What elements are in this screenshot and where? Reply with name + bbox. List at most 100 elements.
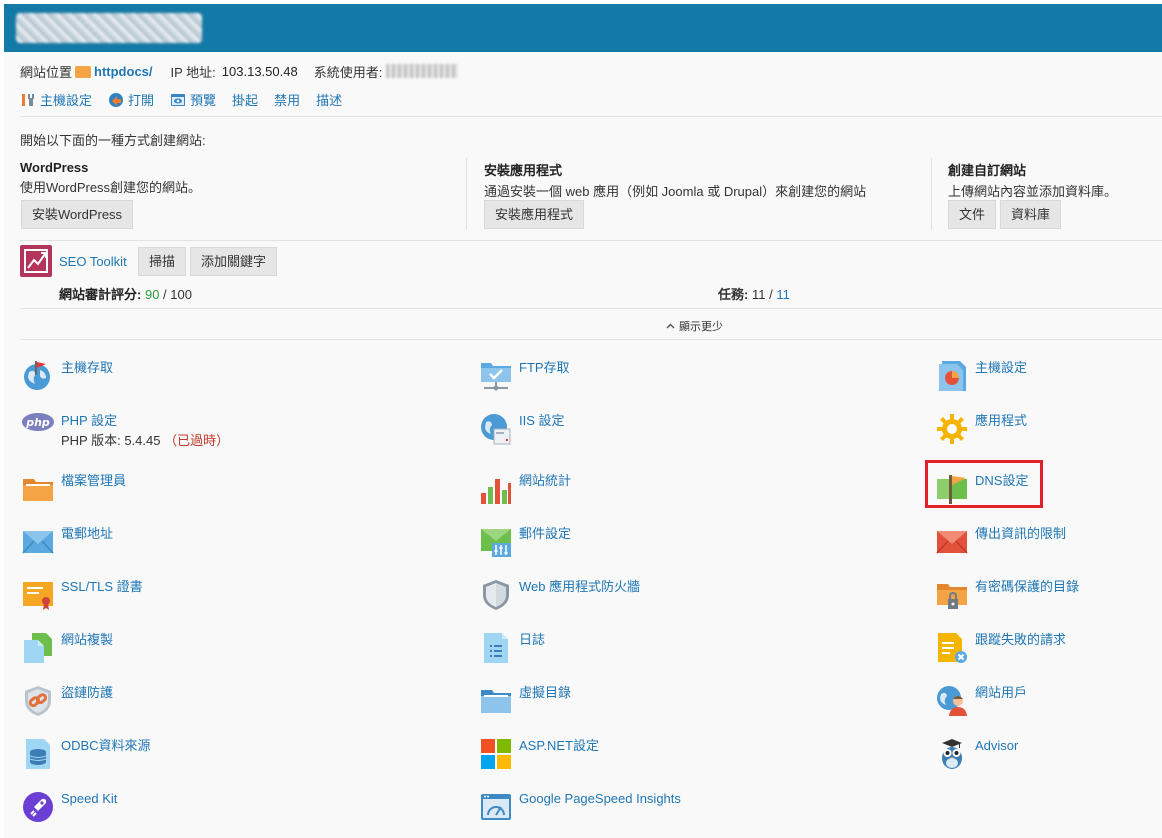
top-bar xyxy=(4,4,1162,52)
ftp-access-link[interactable]: FTP存取 xyxy=(519,360,570,376)
odbc-item[interactable]: ODBC資料來源 xyxy=(22,738,151,770)
password-directories-item[interactable]: 有密碼保護的目錄 xyxy=(936,579,1079,611)
ip-value: 103.13.50.48 xyxy=(221,63,298,79)
web-users-item[interactable]: 網站用戶 xyxy=(936,685,1027,717)
php-icon: php xyxy=(22,413,54,445)
iis-settings-link[interactable]: IIS 設定 xyxy=(519,413,565,429)
mail-settings-link[interactable]: 郵件設定 xyxy=(519,526,571,542)
hosting-access-link[interactable]: 主機存取 xyxy=(61,360,113,376)
seo-toolkit-icon[interactable] xyxy=(20,245,52,277)
description-action[interactable]: 描述 xyxy=(316,90,342,109)
suspend-action[interactable]: 掛起 xyxy=(232,90,258,109)
mail-addresses-item[interactable]: 電郵地址 xyxy=(22,526,113,558)
wordpress-desc: 使用WordPress創建您的網站。 xyxy=(20,180,202,195)
svg-text:php: php xyxy=(25,416,50,429)
hosting-settings-link[interactable]: 主機設定 xyxy=(975,360,1027,376)
web-statistics-item[interactable]: 網站統計 xyxy=(480,473,571,505)
seo-buttons: 掃描 添加關鍵字 xyxy=(138,247,278,276)
php-settings-link[interactable]: PHP 設定 xyxy=(61,413,229,429)
scan-button[interactable]: 掃描 xyxy=(138,247,187,276)
database-icon xyxy=(22,738,54,770)
open-action[interactable]: 打開 xyxy=(108,90,154,109)
install-apps-button[interactable]: 安裝應用程式 xyxy=(484,200,585,229)
disable-action[interactable]: 禁用 xyxy=(274,90,300,109)
outgoing-limits-link[interactable]: 傳出資訊的限制 xyxy=(975,526,1066,542)
virtual-directories-item[interactable]: 虛擬目錄 xyxy=(480,685,571,717)
speed-kit-item[interactable]: Speed Kit xyxy=(22,791,117,823)
tasks-label: 任務: xyxy=(718,287,749,302)
mail-settings-item[interactable]: 郵件設定 xyxy=(480,526,571,558)
show-less-toggle[interactable]: 顯示更少 xyxy=(666,318,723,334)
preview-action[interactable]: 預覽 xyxy=(170,90,216,109)
waf-link[interactable]: Web 應用程式防火牆 xyxy=(519,579,640,595)
pagespeed-link[interactable]: Google PageSpeed Insights xyxy=(519,791,681,807)
aspnet-settings-link[interactable]: ASP.NET設定 xyxy=(519,738,599,754)
divider xyxy=(20,116,1162,117)
apps-buttons: 安裝應用程式 xyxy=(484,200,585,229)
files-button[interactable]: 文件 xyxy=(948,200,997,229)
blurred-domain-name xyxy=(16,13,202,43)
waf-item[interactable]: Web 應用程式防火牆 xyxy=(480,579,640,611)
applications-item[interactable]: 應用程式 xyxy=(936,413,1027,445)
ssl-tls-item[interactable]: SSL/TLS 證書 xyxy=(22,579,143,611)
web-users-link[interactable]: 網站用戶 xyxy=(975,685,1027,701)
seo-toolkit-link[interactable]: SEO Toolkit xyxy=(59,254,127,269)
file-manager-item[interactable]: 檔案管理員 xyxy=(22,473,126,505)
site-path-link[interactable]: httpdocs/ xyxy=(94,64,153,79)
hosting-settings-item[interactable]: 主機設定 xyxy=(936,360,1027,392)
advisor-item[interactable]: Advisor xyxy=(936,738,1018,770)
open-icon xyxy=(108,92,124,108)
database-button[interactable]: 資料庫 xyxy=(1000,200,1062,229)
hosting-access-item[interactable]: 主機存取 xyxy=(22,360,113,392)
hotlink-protection-link[interactable]: 盜鏈防護 xyxy=(61,685,113,701)
divider xyxy=(20,339,1162,340)
pagespeed-item[interactable]: Google PageSpeed Insights xyxy=(480,791,681,823)
site-audit-score: 網站審計評分: 90 / 100 xyxy=(59,284,192,303)
rocket-icon xyxy=(22,791,54,823)
custom-site-desc: 上傳網站內容並添加資料庫。 xyxy=(948,184,1118,199)
odbc-link[interactable]: ODBC資料來源 xyxy=(61,738,151,754)
mail-addresses-link[interactable]: 電郵地址 xyxy=(61,526,113,542)
apps-desc: 通過安裝一個 web 應用（例如 Joomla 或 Drupal）來創建您的網站 xyxy=(484,184,867,199)
preview-label: 預覽 xyxy=(190,93,217,108)
create-site-intro: 開始以下面的一種方式創建網站: xyxy=(20,133,206,148)
ssl-tls-link[interactable]: SSL/TLS 證書 xyxy=(61,579,143,595)
failed-requests-link[interactable]: 跟蹤失敗的請求 xyxy=(975,632,1066,648)
open-label: 打開 xyxy=(128,93,155,108)
red-envelope-icon xyxy=(936,526,968,558)
hotlink-protection-item[interactable]: 盜鏈防護 xyxy=(22,685,113,717)
score-separator: / xyxy=(159,287,171,302)
failed-requests-icon xyxy=(936,632,968,664)
password-directories-link[interactable]: 有密碼保護的目錄 xyxy=(975,579,1079,595)
file-manager-link[interactable]: 檔案管理員 xyxy=(61,473,126,489)
tasks-total-link[interactable]: 11 xyxy=(776,287,790,302)
iis-settings-item[interactable]: IIS 設定 xyxy=(480,413,565,445)
gear-icon xyxy=(936,413,968,445)
hosting-settings-action[interactable]: 主機設定 xyxy=(20,90,92,109)
logs-item[interactable]: 日誌 xyxy=(480,632,545,664)
wordpress-buttons: 安裝WordPress xyxy=(21,200,134,229)
php-settings-item[interactable]: php PHP 設定 PHP 版本: 5.4.45 （已過時） xyxy=(22,413,229,449)
envelope-icon xyxy=(22,526,54,558)
failed-requests-item[interactable]: 跟蹤失敗的請求 xyxy=(936,632,1066,664)
logs-link[interactable]: 日誌 xyxy=(519,632,545,648)
tasks-done: 11 xyxy=(751,287,766,302)
site-copy-item[interactable]: 網站複製 xyxy=(22,632,113,664)
folder-icon xyxy=(75,66,92,78)
blue-folder-icon xyxy=(480,685,512,717)
php-version: PHP 版本: 5.4.45 （已過時） xyxy=(61,433,229,449)
install-wordpress-button[interactable]: 安裝WordPress xyxy=(21,200,134,229)
divider xyxy=(931,158,932,230)
speed-kit-link[interactable]: Speed Kit xyxy=(61,791,117,807)
advisor-link[interactable]: Advisor xyxy=(975,738,1018,754)
outgoing-limits-item[interactable]: 傳出資訊的限制 xyxy=(936,526,1066,558)
web-statistics-link[interactable]: 網站統計 xyxy=(519,473,571,489)
divider xyxy=(20,240,1162,241)
add-keyword-button[interactable]: 添加關鍵字 xyxy=(190,247,278,276)
preview-icon xyxy=(170,92,186,108)
site-copy-link[interactable]: 網站複製 xyxy=(61,632,113,648)
aspnet-settings-item[interactable]: ASP.NET設定 xyxy=(480,738,599,770)
virtual-directories-link[interactable]: 虛擬目錄 xyxy=(519,685,571,701)
ftp-access-item[interactable]: FTP存取 xyxy=(480,360,570,392)
applications-link[interactable]: 應用程式 xyxy=(975,413,1027,429)
